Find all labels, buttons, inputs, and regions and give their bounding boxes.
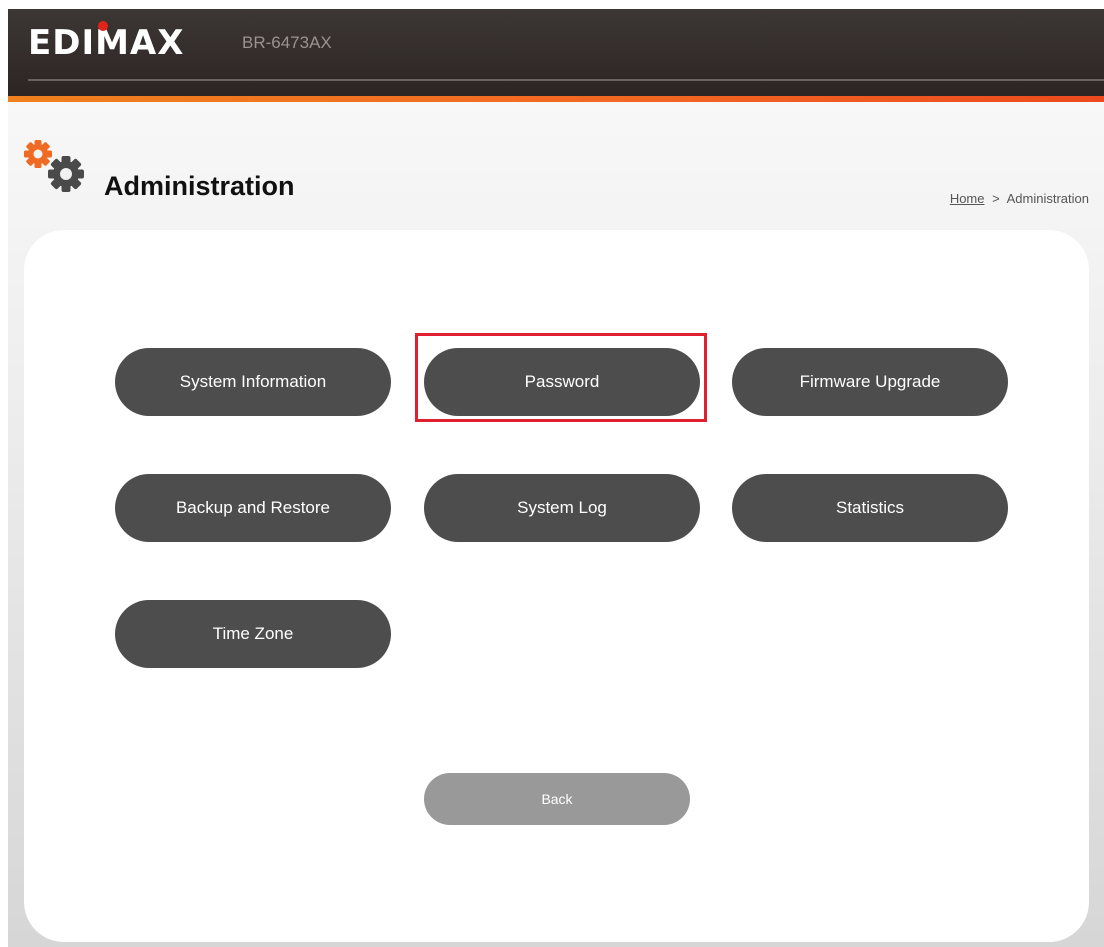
edimax-logo: EDIMAX bbox=[28, 21, 184, 63]
breadcrumb: Home > Administration bbox=[950, 191, 1089, 206]
system-log-button[interactable]: System Log bbox=[424, 474, 700, 542]
statistics-button[interactable]: Statistics bbox=[732, 474, 1008, 542]
breadcrumb-home-link[interactable]: Home bbox=[950, 191, 985, 206]
header-divider bbox=[28, 79, 1104, 81]
firmware-upgrade-button[interactable]: Firmware Upgrade bbox=[732, 348, 1008, 416]
gears-icon bbox=[24, 140, 84, 192]
password-button[interactable]: Password bbox=[424, 348, 700, 416]
back-button[interactable]: Back bbox=[424, 773, 690, 825]
breadcrumb-separator: > bbox=[992, 191, 1000, 206]
header-bar: EDIMAX BR-6473AX bbox=[8, 9, 1104, 96]
content-card: System Information Password Firmware Upg… bbox=[24, 230, 1089, 942]
page-title: Administration bbox=[104, 171, 295, 201]
system-information-button[interactable]: System Information bbox=[115, 348, 391, 416]
time-zone-button[interactable]: Time Zone bbox=[115, 600, 391, 668]
header-accent-stripe bbox=[8, 96, 1104, 102]
router-admin-page: EDIMAX BR-6473AX Administration Home > A… bbox=[8, 9, 1104, 947]
model-name: BR-6473AX bbox=[242, 33, 332, 52]
logo-red-dot bbox=[98, 21, 108, 31]
backup-and-restore-button[interactable]: Backup and Restore bbox=[115, 474, 391, 542]
breadcrumb-current: Administration bbox=[1006, 191, 1089, 206]
